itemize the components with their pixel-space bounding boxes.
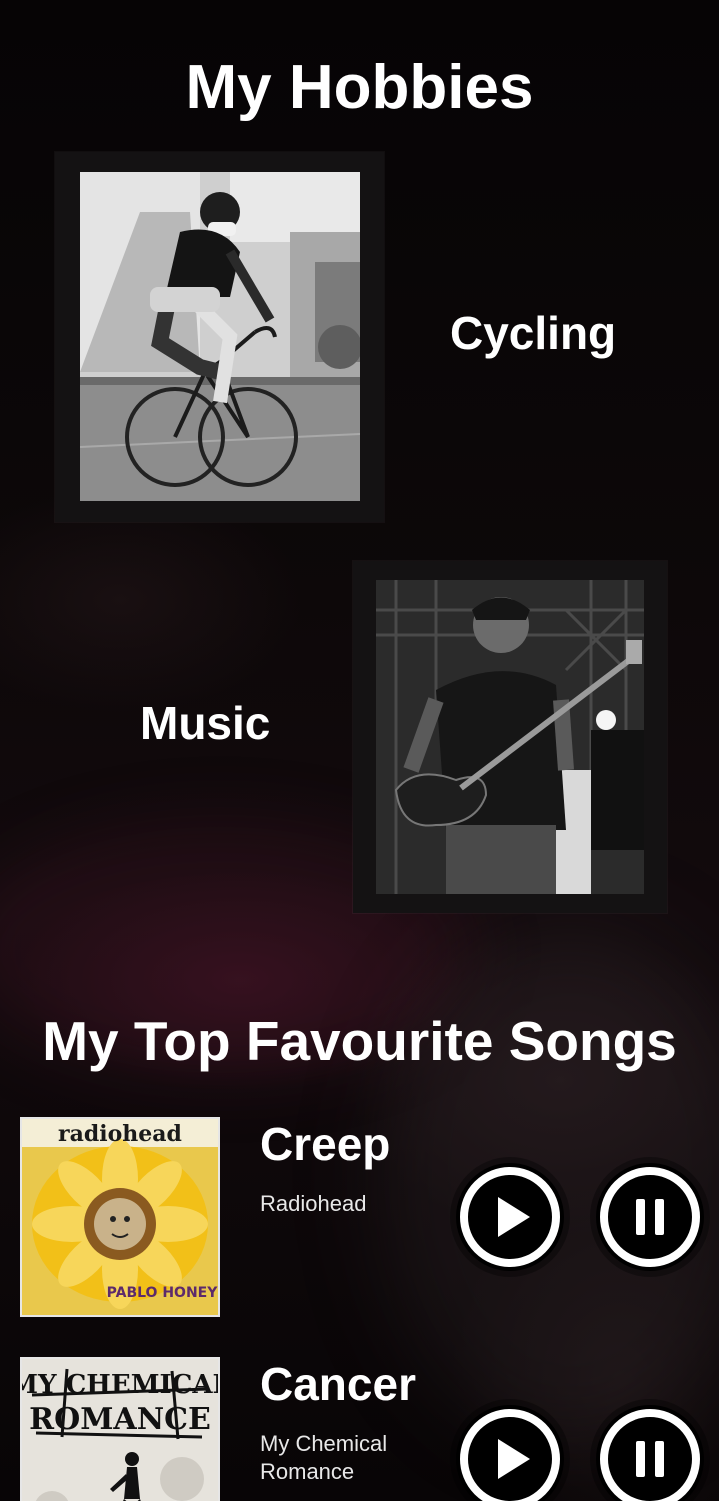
pause-button[interactable] <box>596 1163 704 1271</box>
cycling-photo-frame <box>55 152 384 522</box>
pause-icon <box>600 1167 700 1267</box>
music-photo <box>376 580 644 894</box>
music-photo-frame <box>353 561 667 913</box>
bassist-photo-icon <box>376 580 644 894</box>
hobbies-screen: My Hobbies Cycling Music My Top Favourit… <box>0 0 719 1501</box>
cycling-photo <box>80 172 360 501</box>
play-button[interactable] <box>456 1405 564 1501</box>
song-item: MY CHEMICAL ROMANCE Cancer My Chemica <box>0 1357 719 1501</box>
album-art-text-bottom: PABLO HONEY <box>107 1285 218 1301</box>
song-title: Cancer <box>260 1358 416 1410</box>
album-art-radiohead: radiohead PABLO HONEY <box>20 1117 220 1317</box>
play-button[interactable] <box>456 1163 564 1271</box>
pause-button[interactable] <box>596 1405 704 1501</box>
album-cover-icon: radiohead PABLO HONEY <box>22 1119 218 1315</box>
hobbies-title: My Hobbies <box>185 53 534 122</box>
play-icon <box>460 1409 560 1501</box>
play-icon <box>460 1167 560 1267</box>
album-cover-icon: MY CHEMICAL ROMANCE <box>22 1359 218 1501</box>
pause-icon <box>600 1409 700 1501</box>
album-art-text-bottom: ROMANCE <box>29 1402 211 1437</box>
album-art-mcr: MY CHEMICAL ROMANCE <box>20 1357 220 1501</box>
hobby-label-cycling: Cycling <box>450 307 617 359</box>
songs-title: My Top Favourite Songs <box>42 1010 677 1072</box>
hobby-label-music: Music <box>140 697 271 749</box>
song-item: radiohead PABLO HONEY Creep Radiohead <box>0 1117 719 1317</box>
song-artist: Radiohead <box>260 1191 367 1216</box>
song-artist: My Chemical Romance <box>260 1431 388 1484</box>
album-art-text-top: radiohead <box>58 1121 182 1147</box>
cyclist-photo-icon <box>80 172 360 501</box>
song-title: Creep <box>260 1118 391 1170</box>
